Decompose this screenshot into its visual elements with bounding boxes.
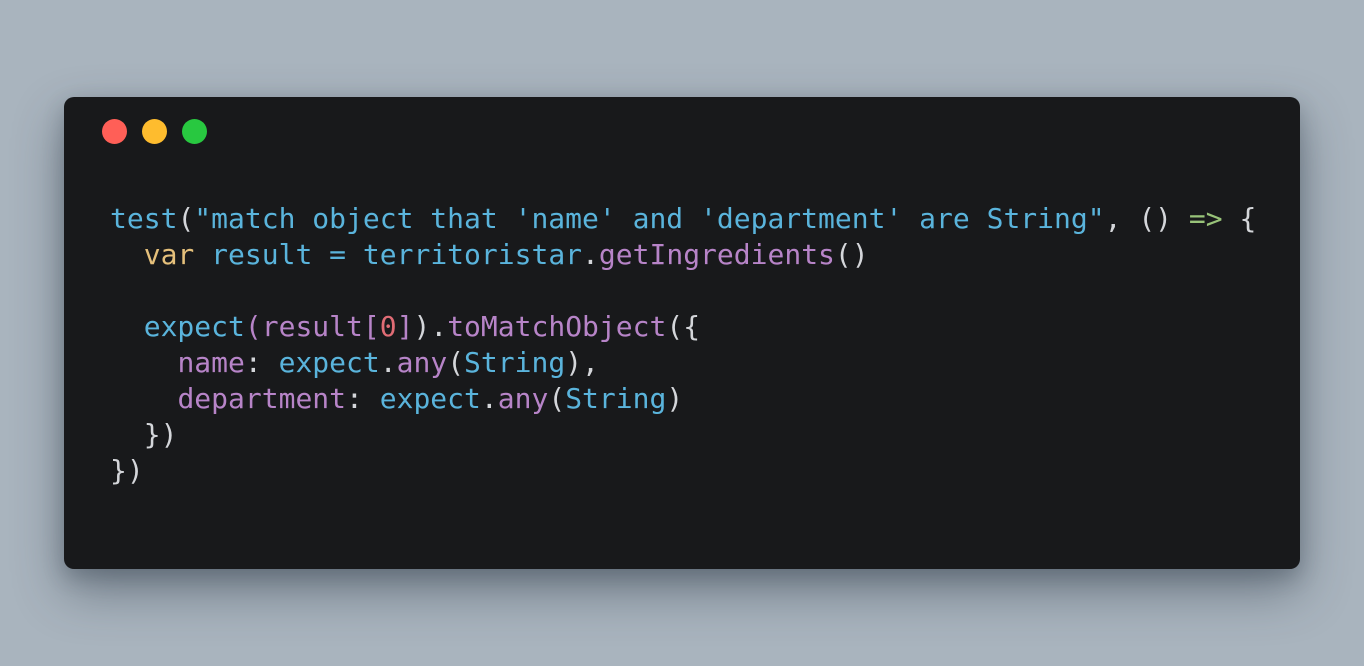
code-token-method: any xyxy=(497,382,549,415)
code-token-plain: { xyxy=(1222,202,1257,235)
code-token-plain: }) xyxy=(110,418,178,451)
code-token-function: expect xyxy=(379,382,481,415)
code-block: test("match object that 'name' and 'depa… xyxy=(110,201,1256,489)
code-token-plain: : xyxy=(346,382,380,415)
code-token-method: toMatchObject xyxy=(447,310,667,343)
code-token-method: getIngredients xyxy=(598,238,835,271)
code-token-plain: . xyxy=(379,346,397,379)
code-line: }) xyxy=(110,417,1256,453)
code-line: expect(result[0]).toMatchObject({ xyxy=(110,309,1256,345)
code-token-string: "match object that 'name' and 'departmen… xyxy=(194,202,1105,235)
code-token-plain: . xyxy=(430,310,448,343)
code-token-method: [ xyxy=(362,310,380,343)
code-token-function: = xyxy=(329,238,347,271)
code-token-function: expect xyxy=(143,310,245,343)
code-token-method: ] xyxy=(396,310,414,343)
code-token-plain: : xyxy=(244,346,279,379)
code-token-function: String xyxy=(565,382,667,415)
code-token-plain: () xyxy=(834,238,869,271)
code-token-function: test xyxy=(110,202,178,235)
zoom-dot-icon[interactable] xyxy=(182,119,207,144)
code-line: name: expect.any(String), xyxy=(110,345,1256,381)
code-token-plain: ( xyxy=(177,202,195,235)
window-controls xyxy=(102,119,207,144)
code-token-plain: ) xyxy=(413,310,431,343)
code-token-method: name xyxy=(177,346,245,379)
code-line: var result = territoristar.getIngredient… xyxy=(110,237,1256,273)
code-token-number: 0 xyxy=(379,310,397,343)
code-token-method: ( xyxy=(244,310,262,343)
code-token-plain: ( xyxy=(447,346,465,379)
code-token-arrow: => xyxy=(1188,202,1223,235)
code-token-function: String xyxy=(464,346,566,379)
code-line: department: expect.any(String) xyxy=(110,381,1256,417)
code-token-plain: ), xyxy=(565,346,599,379)
code-token-plain: }) xyxy=(110,454,144,487)
code-token-function: expect xyxy=(278,346,380,379)
code-token-method: any xyxy=(396,346,448,379)
code-token-plain: . xyxy=(480,382,498,415)
code-token-plain: ( xyxy=(548,382,566,415)
code-token-method: result xyxy=(261,310,363,343)
minimize-dot-icon[interactable] xyxy=(142,119,167,144)
code-token-method: department xyxy=(177,382,347,415)
code-token-function: territoristar xyxy=(362,238,583,271)
code-token-keyword: var xyxy=(143,238,195,271)
code-window: test("match object that 'name' and 'depa… xyxy=(64,97,1300,569)
code-line: }) xyxy=(110,453,1256,489)
close-dot-icon[interactable] xyxy=(102,119,127,144)
code-token-plain: ) xyxy=(666,382,684,415)
code-token-plain: . xyxy=(582,238,599,271)
code-token-plain: , () xyxy=(1104,202,1189,235)
code-token-function: result xyxy=(211,238,313,271)
code-token-plain: ({ xyxy=(666,310,701,343)
code-line: test("match object that 'name' and 'depa… xyxy=(110,201,1256,237)
